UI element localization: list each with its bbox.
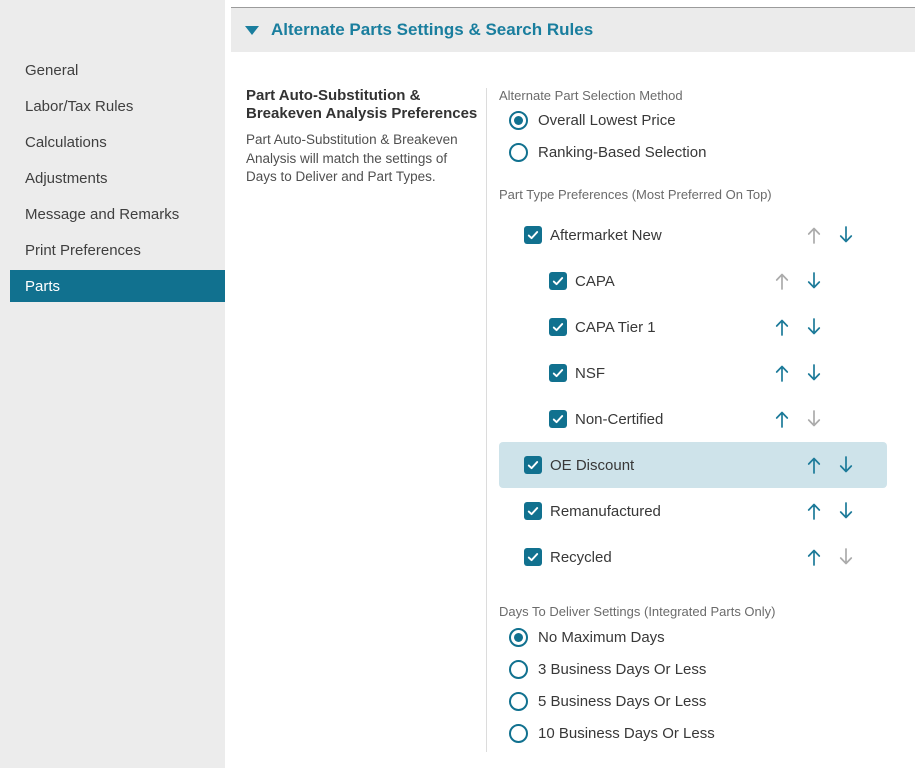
sidebar-item-message-and-remarks[interactable]: Message and Remarks bbox=[10, 198, 225, 230]
days-to-deliver-label: Days To Deliver Settings (Integrated Par… bbox=[499, 604, 776, 619]
move-down-icon[interactable] bbox=[838, 455, 854, 475]
checkbox-checked-icon[interactable] bbox=[524, 456, 542, 474]
radio-option-no-maximum-days[interactable]: No Maximum Days bbox=[499, 621, 715, 653]
checkbox-checked-icon[interactable] bbox=[549, 272, 567, 290]
sidebar-item-parts[interactable]: Parts bbox=[10, 270, 225, 302]
part-type-label: CAPA Tier 1 bbox=[575, 304, 656, 350]
move-up-icon bbox=[774, 271, 790, 291]
section-title: Alternate Parts Settings & Search Rules bbox=[271, 20, 593, 40]
radio-icon bbox=[509, 111, 528, 130]
checkbox-checked-icon[interactable] bbox=[549, 318, 567, 336]
radio-option-5-business-days-or-less[interactable]: 5 Business Days Or Less bbox=[499, 685, 715, 717]
part-type-row-capa-tier-1: CAPA Tier 1 bbox=[499, 304, 887, 350]
move-up-icon[interactable] bbox=[806, 547, 822, 567]
main-content: Alternate Parts Settings & Search Rules … bbox=[225, 0, 915, 768]
section-header-toggle[interactable]: Alternate Parts Settings & Search Rules bbox=[231, 7, 915, 52]
checkbox-checked-icon[interactable] bbox=[524, 502, 542, 520]
move-up-icon bbox=[806, 225, 822, 245]
move-up-icon[interactable] bbox=[774, 363, 790, 383]
checkbox-checked-icon[interactable] bbox=[524, 548, 542, 566]
radio-option-label: 5 Business Days Or Less bbox=[538, 693, 706, 710]
sidebar-nav: General Labor/Tax Rules Calculations Adjust… bbox=[0, 54, 225, 306]
radio-option-3-business-days-or-less[interactable]: 3 Business Days Or Less bbox=[499, 653, 715, 685]
checkbox-checked-icon[interactable] bbox=[524, 226, 542, 244]
radio-icon bbox=[509, 628, 528, 647]
part-type-row-recycled: Recycled bbox=[499, 534, 887, 580]
move-down-icon[interactable] bbox=[806, 363, 822, 383]
move-down-icon[interactable] bbox=[838, 501, 854, 521]
part-type-row-remanufactured: Remanufactured bbox=[499, 488, 887, 534]
part-type-row-nsf: NSF bbox=[499, 350, 887, 396]
radio-option-label: 3 Business Days Or Less bbox=[538, 661, 706, 678]
move-down-icon[interactable] bbox=[806, 271, 822, 291]
preferences-description-column: Part Auto-Substitution & Breakeven Analy… bbox=[246, 87, 481, 187]
part-type-preferences-label: Part Type Preferences (Most Preferred On… bbox=[499, 187, 772, 202]
part-type-label: Remanufactured bbox=[550, 488, 661, 534]
move-down-icon bbox=[806, 409, 822, 429]
part-type-label: Non-Certified bbox=[575, 396, 663, 442]
part-type-row-non-certified: Non-Certified bbox=[499, 396, 887, 442]
radio-option-label: 10 Business Days Or Less bbox=[538, 725, 715, 742]
part-type-label: OE Discount bbox=[550, 442, 634, 488]
sidebar-item-adjustments[interactable]: Adjustments bbox=[10, 162, 225, 194]
radio-option-10-business-days-or-less[interactable]: 10 Business Days Or Less bbox=[499, 717, 715, 749]
sidebar-item-labor-tax-rules[interactable]: Labor/Tax Rules bbox=[10, 90, 225, 122]
part-type-label: CAPA bbox=[575, 258, 615, 304]
radio-option-label: No Maximum Days bbox=[538, 629, 665, 646]
radio-icon bbox=[509, 143, 528, 162]
move-up-icon[interactable] bbox=[774, 317, 790, 337]
radio-option-label: Ranking-Based Selection bbox=[538, 144, 706, 161]
sidebar-item-general[interactable]: General bbox=[10, 54, 225, 86]
radio-icon bbox=[509, 724, 528, 743]
checkbox-checked-icon[interactable] bbox=[549, 364, 567, 382]
part-type-row-capa: CAPA bbox=[499, 258, 887, 304]
part-type-label: NSF bbox=[575, 350, 605, 396]
column-divider bbox=[486, 88, 487, 752]
preferences-description: Part Auto-Substitution & Breakeven Analy… bbox=[246, 131, 481, 187]
collapse-triangle-icon bbox=[245, 26, 259, 35]
part-type-label: Aftermarket New bbox=[550, 212, 662, 258]
radio-icon bbox=[509, 692, 528, 711]
move-down-icon[interactable] bbox=[838, 225, 854, 245]
sidebar-item-calculations[interactable]: Calculations bbox=[10, 126, 225, 158]
sidebar-item-print-preferences[interactable]: Print Preferences bbox=[10, 234, 225, 266]
selection-method-radio-group: Overall Lowest Price Ranking-Based Selec… bbox=[499, 104, 706, 168]
preferences-heading: Part Auto-Substitution & Breakeven Analy… bbox=[246, 87, 481, 122]
part-type-row-oe-discount: OE Discount bbox=[499, 442, 887, 488]
move-up-icon[interactable] bbox=[806, 501, 822, 521]
part-type-row-aftermarket-new: Aftermarket New bbox=[499, 212, 887, 258]
settings-sidebar: General Labor/Tax Rules Calculations Adjust… bbox=[0, 0, 225, 768]
days-to-deliver-radio-group: No Maximum Days 3 Business Days Or Less … bbox=[499, 621, 715, 749]
checkbox-checked-icon[interactable] bbox=[549, 410, 567, 428]
move-up-icon[interactable] bbox=[774, 409, 790, 429]
radio-option-label: Overall Lowest Price bbox=[538, 112, 676, 129]
radio-icon bbox=[509, 660, 528, 679]
part-type-label: Recycled bbox=[550, 534, 612, 580]
move-down-icon[interactable] bbox=[806, 317, 822, 337]
selection-method-label: Alternate Part Selection Method bbox=[499, 88, 683, 103]
radio-option-overall-lowest-price[interactable]: Overall Lowest Price bbox=[499, 104, 706, 136]
move-down-icon bbox=[838, 547, 854, 567]
radio-option-ranking-based-selection[interactable]: Ranking-Based Selection bbox=[499, 136, 706, 168]
move-up-icon[interactable] bbox=[806, 455, 822, 475]
